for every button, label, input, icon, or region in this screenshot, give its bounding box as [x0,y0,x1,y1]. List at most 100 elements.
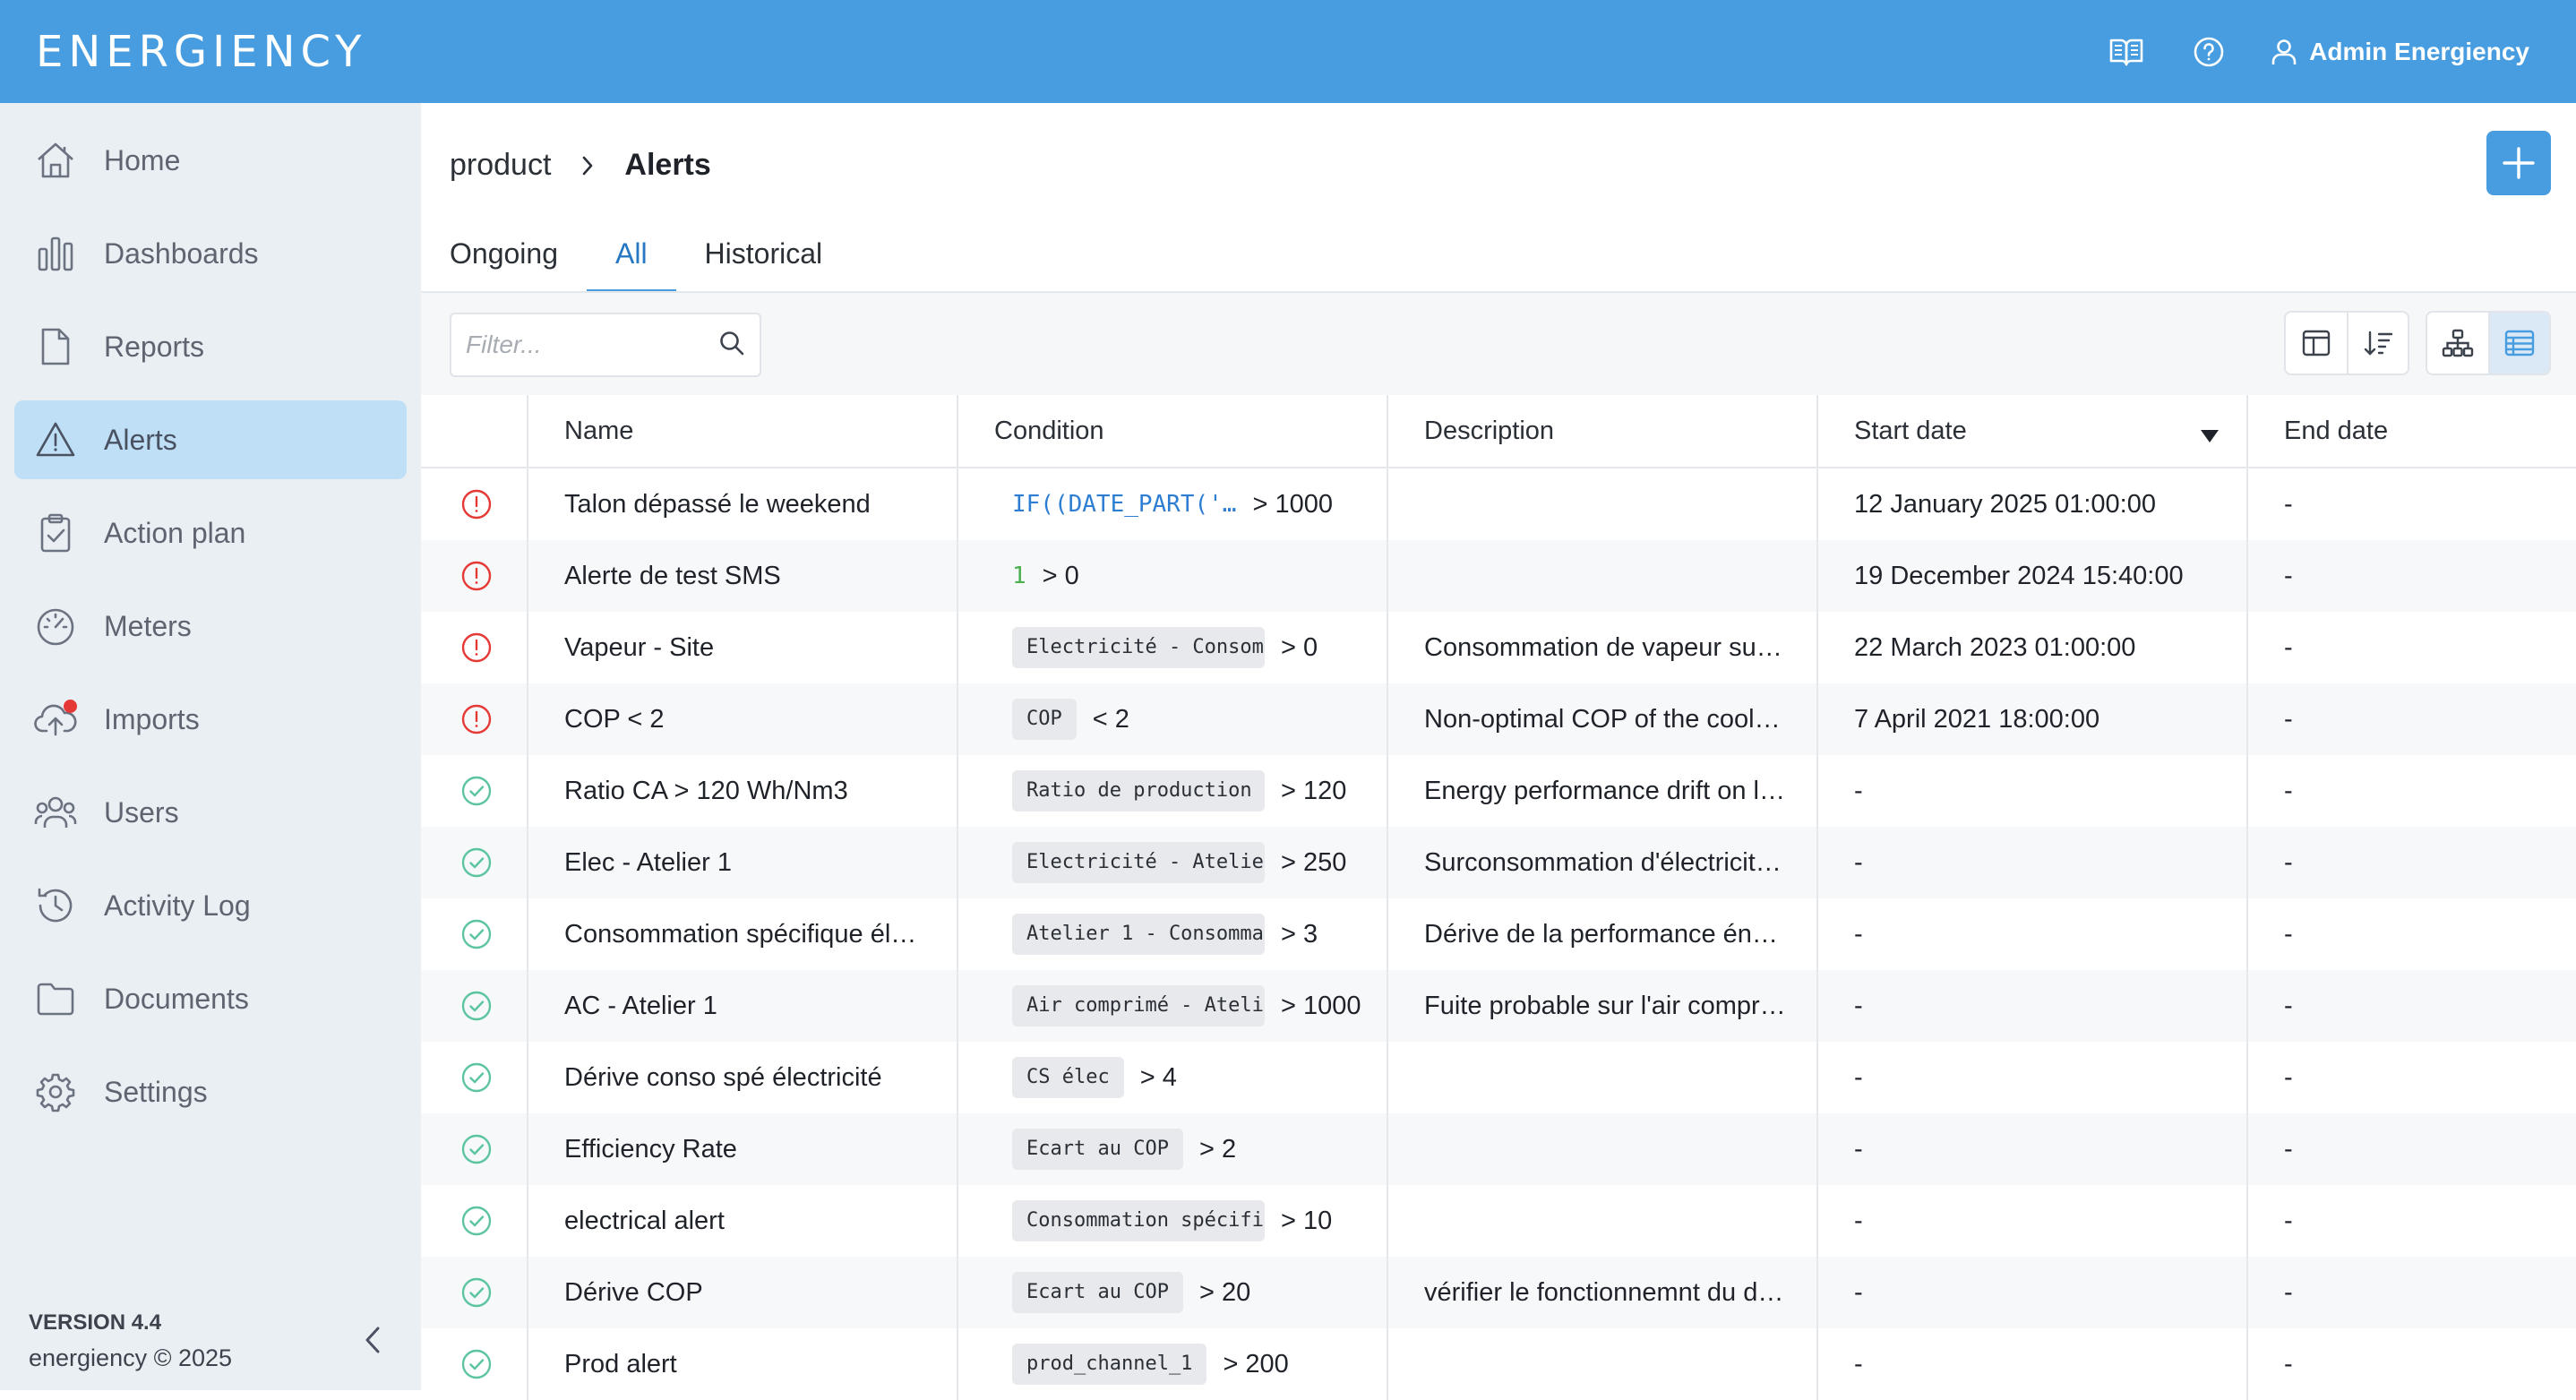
alert-circle-icon [460,631,493,664]
start-date-cell-text: - [1854,847,1863,877]
description-cell: Fuite probable sur l'air compr… [1388,970,1818,1042]
user-menu[interactable]: Admin Energiency [2271,38,2529,66]
name-cell: Dérive conso spé électricité [528,1042,958,1113]
tree-view-button[interactable] [2427,313,2488,374]
end-date-cell-text: - [2284,1134,2293,1164]
table-view-button[interactable] [2488,313,2549,374]
breadcrumb-parent[interactable]: product [450,148,551,183]
start-date-cell: 22 March 2023 01:00:00 [1818,612,2248,683]
table-icon [2504,330,2535,356]
collapse-sidebar-button[interactable] [355,1322,391,1358]
sidebar-item-alerts[interactable]: Alerts [14,400,407,479]
start-date-cell-text: - [1854,776,1863,805]
start-date-cell-text: 19 December 2024 15:40:00 [1854,561,2184,590]
end-date-cell: - [2248,755,2576,827]
history-icon [34,884,77,927]
description-cell-text: Non-optimal COP of the cool… [1424,704,1781,734]
table-row[interactable]: Efficiency Rate Ecart au COP > 2 - - [421,1113,2576,1185]
condition-cell: Ecart au COP > 2 [958,1113,1388,1185]
sidebar-item-users[interactable]: Users [14,773,407,852]
column-header-end-date[interactable]: End date [2248,395,2576,467]
end-date-cell: - [2248,827,2576,898]
condition-operator: > 20 [1198,1277,1251,1307]
column-header-name[interactable]: Name [528,395,958,467]
name-cell-text: Elec - Atelier 1 [564,847,732,877]
filter-input[interactable] [466,331,718,359]
status-cell [421,1042,528,1113]
sidebar-footer: VERSION 4.4 energiency © 2025 [29,1310,232,1372]
tab-bar: Ongoing All Historical [450,237,851,293]
plus-icon [2503,147,2535,179]
sidebar-item-dashboards[interactable]: Dashboards [14,214,407,293]
table-row[interactable]: Consommation spécifique él… Atelier 1 - C… [421,898,2576,970]
table-row[interactable]: Talon dépassé le weekend IF((DATE_PART('…… [421,468,2576,540]
columns-button[interactable] [2286,313,2347,374]
tab-historical[interactable]: Historical [676,237,852,293]
end-date-cell: - [2248,1328,2576,1400]
sidebar-item-documents[interactable]: Documents [14,959,407,1038]
tab-all[interactable]: All [586,237,676,293]
sidebar-item-activity-log[interactable]: Activity Log [14,866,407,945]
end-date-cell-text: - [2284,489,2293,519]
table-row[interactable]: COP < 2 COP < 2 Non-optimal COP of the cool… [421,683,2576,755]
condition-cell: Electricité - Atelier > 250 [958,827,1388,898]
sidebar-item-meters[interactable]: Meters [14,587,407,666]
table-row[interactable]: Ratio CA > 120 Wh/Nm3 Ratio de production… [421,755,2576,827]
breadcrumb: product Alerts [450,148,711,183]
check-circle-icon [460,775,493,807]
sidebar-item-imports[interactable]: Imports [14,680,407,759]
table-row[interactable]: Dérive COP Ecart au COP > 20 vérifier le fo… [421,1257,2576,1328]
start-date-cell-text: - [1854,1206,1863,1235]
sidebar-item-label: Reports [104,330,205,363]
metric-chip: Consommation spécifique [1012,1200,1265,1241]
condition-operator: < 2 [1092,704,1129,734]
sort-desc-icon[interactable] [2200,422,2220,451]
column-header-start-date[interactable]: Start date [1818,395,2248,467]
check-circle-icon [460,918,493,950]
column-header-description[interactable]: Description [1388,395,1818,467]
start-date-cell-text: - [1854,1349,1863,1379]
start-date-cell: - [1818,755,2248,827]
sort-button[interactable] [2347,313,2408,374]
description-cell [1388,468,1818,540]
book-icon[interactable] [2107,32,2146,72]
help-icon[interactable] [2189,32,2228,72]
table-row[interactable]: Alerte de test SMS 1 > 0 19 December 2024 1… [421,540,2576,612]
chevron-left-icon [365,1327,380,1353]
table-row[interactable]: electrical alert Consommation spécifique >… [421,1185,2576,1257]
metric-chip: COP [1012,699,1077,740]
clipboard-check-icon [34,511,77,554]
chevron-right-icon [581,155,594,176]
condition-operator: > 200 [1223,1349,1289,1379]
condition-operator: > 10 [1281,1206,1333,1235]
sidebar-item-settings[interactable]: Settings [14,1052,407,1131]
search-icon[interactable] [718,330,745,361]
sidebar-item-label: Activity Log [104,889,251,922]
name-cell-text: Ratio CA > 120 Wh/Nm3 [564,776,848,805]
table-row[interactable]: AC - Atelier 1 Air comprimé - Atelier > 10… [421,970,2576,1042]
metric-chip: Ecart au COP [1012,1129,1183,1170]
name-cell: Vapeur - Site [528,612,958,683]
sidebar-item-reports[interactable]: Reports [14,307,407,386]
table-row[interactable]: Elec - Atelier 1 Electricité - Atelier > 2… [421,827,2576,898]
table-row[interactable]: Prod alert prod_channel_1 > 200 - - [421,1328,2576,1400]
start-date-cell: - [1818,1257,2248,1328]
document-icon [34,325,77,368]
sidebar-item-action-plan[interactable]: Action plan [14,494,407,572]
end-date-cell-text: - [2284,919,2293,949]
app-logo[interactable]: ENERGIENCY [36,27,367,77]
sidebar-item-home[interactable]: Home [14,121,407,200]
column-header-condition[interactable]: Condition [958,395,1388,467]
condition-expression: 1 [1012,563,1026,589]
end-date-cell: - [2248,540,2576,612]
cloud-upload-icon [34,698,77,741]
description-cell: vérifier le fonctionnemnt du d… [1388,1257,1818,1328]
tab-ongoing[interactable]: Ongoing [450,237,587,293]
table-row[interactable]: Dérive conso spé électricité CS élec > 4 - - [421,1042,2576,1113]
name-cell-text: Vapeur - Site [564,632,715,662]
filter-box [450,313,761,377]
sidebar-item-label: Settings [104,1075,208,1108]
table-row[interactable]: Vapeur - Site Electricité - Consommation >… [421,612,2576,683]
name-cell: COP < 2 [528,683,958,755]
add-alert-button[interactable] [2486,131,2551,195]
